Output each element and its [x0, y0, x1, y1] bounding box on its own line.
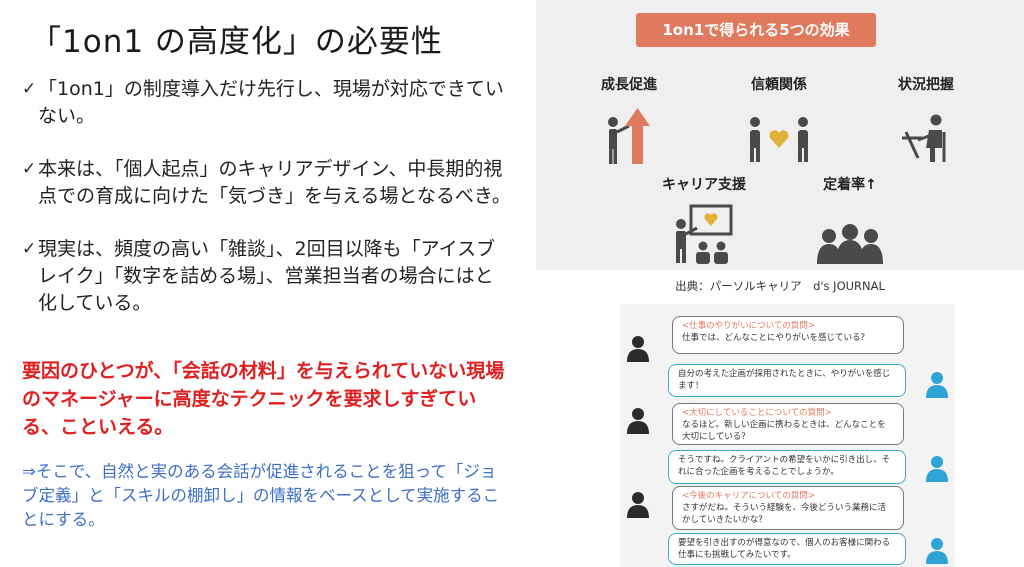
member-speech-bubble: 要望を引き出すのが得意なので、個人のお客様に関わる仕事にも挑戦してみたいです。 [668, 533, 906, 565]
slide-title: 「1on1 の高度化」の必要性 [30, 24, 443, 60]
effect-label: 成長促進 [601, 77, 657, 93]
chat-example-panel: <仕事のやりがいについての質問> 仕事では、どんなことにやりがいを感じている？ … [620, 304, 955, 567]
bubble-text: 要望を引き出すのが得意なので、個人のお客様に関わる仕事にも挑戦してみたいです。 [678, 538, 891, 560]
bullet-text: 本来は、「個人起点」のキャリアデザイン、中長期的視点での育成に向けた「気づき」を… [38, 158, 511, 207]
presenter-board-icon [676, 204, 733, 264]
two-people-heart-icon [750, 117, 808, 162]
bullet-item: ✓ 本来は、「個人起点」のキャリアデザイン、中長期的視点での育成に向けた「気づき… [22, 156, 512, 210]
manager-speech-bubble: <今後のキャリアについての質問> さすがだね。そういう経験を、今後どういう業務に… [672, 486, 904, 530]
effect-situation: 状況把握 [866, 74, 986, 166]
manager-avatar-icon [627, 492, 649, 518]
bubble-text: 仕事では、どんなことにやりがいを感じている？ [682, 333, 870, 343]
bullet-item: ✓ 現実は、頻度の高い「雑談」、2回目以降も「アイスブレイク」「数字を詰める場」… [22, 236, 512, 317]
bubble-text: なるほど。新しい企画に携わるときは、どんなことを大切にしている？ [682, 420, 886, 442]
manager-speech-bubble: <大切にしていることについての質問> なるほど。新しい企画に携わるときは、どんな… [672, 403, 904, 445]
effect-trust: 信頼関係 [719, 74, 839, 166]
bubble-text: 自分の考えた企画が採用されたときに、やりがいを感じます！ [678, 369, 891, 391]
effect-label: 状況把握 [898, 77, 954, 93]
bubble-text: さすがだね。そういう経験を、今後どういう業務に活かしていきたいかな？ [682, 503, 887, 525]
member-avatar-icon [926, 456, 948, 482]
question-label: <大切にしていることについての質問> [682, 408, 832, 418]
bullet-text: 現実は、頻度の高い「雑談」、2回目以降も「アイスブレイク」「数字を詰める場」、営… [38, 238, 496, 314]
effect-label: 信頼関係 [751, 77, 807, 93]
member-avatar-icon [926, 538, 948, 564]
check-icon: ✓ [22, 159, 37, 179]
bubble-text: そうですね。クライアントの希望をいかに引き出し、それに合った企画を考えることでし… [678, 455, 891, 477]
effects-banner: 1on1で得られる5つの効果 [636, 13, 876, 47]
effect-retention: 定着率↑ [790, 174, 910, 266]
bullet-list: ✓ 「1on1」の制度導入だけ先行し、現場が対応できていない。 ✓ 本来は、「個… [22, 76, 512, 343]
check-icon: ✓ [22, 79, 37, 99]
manager-avatar-icon [627, 408, 649, 434]
group-people-icon [817, 224, 883, 264]
effect-label: キャリア支援 [662, 177, 746, 193]
proposal-text: ⇒そこで、自然と実のある会話が促進されることを狙って「ジョブ定義」と「スキルの棚… [22, 462, 500, 529]
question-label: <仕事のやりがいについての質問> [682, 321, 815, 331]
emphasis-text: 要因のひとつが、「会話の材料」を与えられていない現場のマネージャーに高度なテクニ… [22, 360, 505, 438]
person-at-desk-icon [902, 114, 946, 162]
member-speech-bubble: 自分の考えた企画が採用されたときに、やりがいを感じます！ [668, 364, 906, 397]
effect-career: キャリア支援 [644, 174, 764, 266]
source-citation: 出典：パーソルキャリア d's JOURNAL [675, 279, 885, 293]
question-label: <今後のキャリアについての質問> [682, 491, 815, 501]
manager-avatar-icon [627, 336, 649, 362]
manager-speech-bubble: <仕事のやりがいについての質問> 仕事では、どんなことにやりがいを感じている？ [672, 316, 904, 354]
growth-arrow-person-icon [608, 108, 650, 164]
member-avatar-icon [926, 372, 948, 398]
bullet-text: 「1on1」の制度導入だけ先行し、現場が対応できていない。 [38, 78, 504, 127]
effect-growth: 成長促進 [569, 74, 689, 166]
member-speech-bubble: そうですね。クライアントの希望をいかに引き出し、それに合った企画を考えることでし… [668, 450, 906, 484]
bullet-item: ✓ 「1on1」の制度導入だけ先行し、現場が対応できていない。 [22, 76, 512, 130]
effect-label: 定着率↑ [823, 177, 877, 193]
check-icon: ✓ [22, 239, 37, 259]
effects-panel: 1on1で得られる5つの効果 成長促進 信頼関係 状況把握 キャリア支援 定着率… [536, 0, 1024, 270]
